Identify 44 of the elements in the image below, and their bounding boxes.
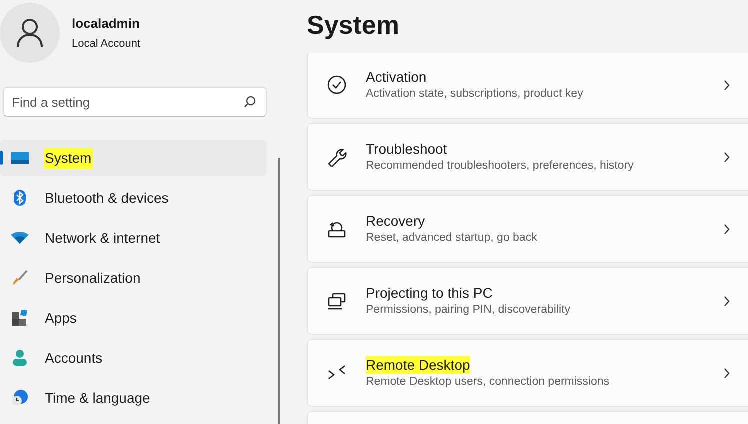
settings-card[interactable]: Remote Desktop Remote Desktop users, connection permissions bbox=[307, 339, 748, 407]
remote-icon bbox=[328, 364, 346, 382]
network-icon bbox=[11, 232, 29, 244]
card-title: Activation bbox=[366, 68, 427, 86]
chevron-icon bbox=[724, 224, 730, 234]
system-icon bbox=[11, 152, 29, 164]
card-title: Projecting to this PC bbox=[366, 284, 493, 302]
chevron-icon bbox=[724, 152, 730, 162]
accounts-icon bbox=[12, 350, 28, 366]
card-title: Troubleshoot bbox=[366, 140, 448, 158]
time-icon bbox=[12, 390, 28, 406]
settings-card[interactable]: Activation Activation state, subscriptions, product key bbox=[307, 53, 748, 119]
account-name: localadmin bbox=[72, 15, 140, 33]
card-description: Permissions, pairing PIN, discoverability bbox=[366, 303, 571, 318]
nav-item[interactable]: Apps bbox=[0, 300, 267, 336]
settings-card[interactable]: Troubleshoot Recommended troubleshooters, preferences, history bbox=[307, 123, 748, 191]
activation-icon bbox=[327, 75, 347, 95]
card-description: Activation state, subscriptions, product key bbox=[366, 87, 584, 102]
nav-item[interactable]: Network & internet bbox=[0, 220, 267, 256]
card-title: Remote Desktop bbox=[366, 356, 470, 374]
account-type: Local Account bbox=[72, 36, 140, 52]
card-title: Recovery bbox=[366, 212, 426, 230]
nav-item[interactable]: Personalization bbox=[0, 260, 267, 296]
nav-item[interactable]: Bluetooth & devices bbox=[0, 180, 267, 216]
settings-card[interactable]: Projecting to this PC Permissions, pairing PIN, discoverability bbox=[307, 267, 748, 335]
bluetooth-icon bbox=[14, 190, 26, 206]
chevron-icon bbox=[724, 80, 730, 90]
nav-item[interactable]: Time & language bbox=[0, 380, 267, 416]
apps-icon bbox=[12, 310, 28, 326]
chevron-icon bbox=[724, 296, 730, 306]
recovery-icon bbox=[327, 220, 347, 238]
settings-card[interactable]: Recovery Reset, advanced startup, go back bbox=[307, 195, 748, 263]
card-description: Remote Desktop users, connection permissions bbox=[366, 375, 610, 390]
page-title: System bbox=[307, 9, 400, 42]
brush-icon bbox=[12, 270, 28, 286]
search-field[interactable]: Find a setting bbox=[3, 87, 267, 117]
projecting-icon bbox=[327, 292, 347, 310]
card-description: Recommended troubleshooters, preferences, history bbox=[366, 159, 634, 174]
search-icon bbox=[244, 96, 256, 108]
troubleshoot-icon bbox=[327, 147, 347, 167]
nav-item[interactable]: System bbox=[0, 140, 267, 176]
nav-item[interactable]: Accounts bbox=[0, 340, 267, 376]
card-description: Reset, advanced startup, go back bbox=[366, 231, 538, 246]
chevron-icon bbox=[724, 368, 730, 378]
